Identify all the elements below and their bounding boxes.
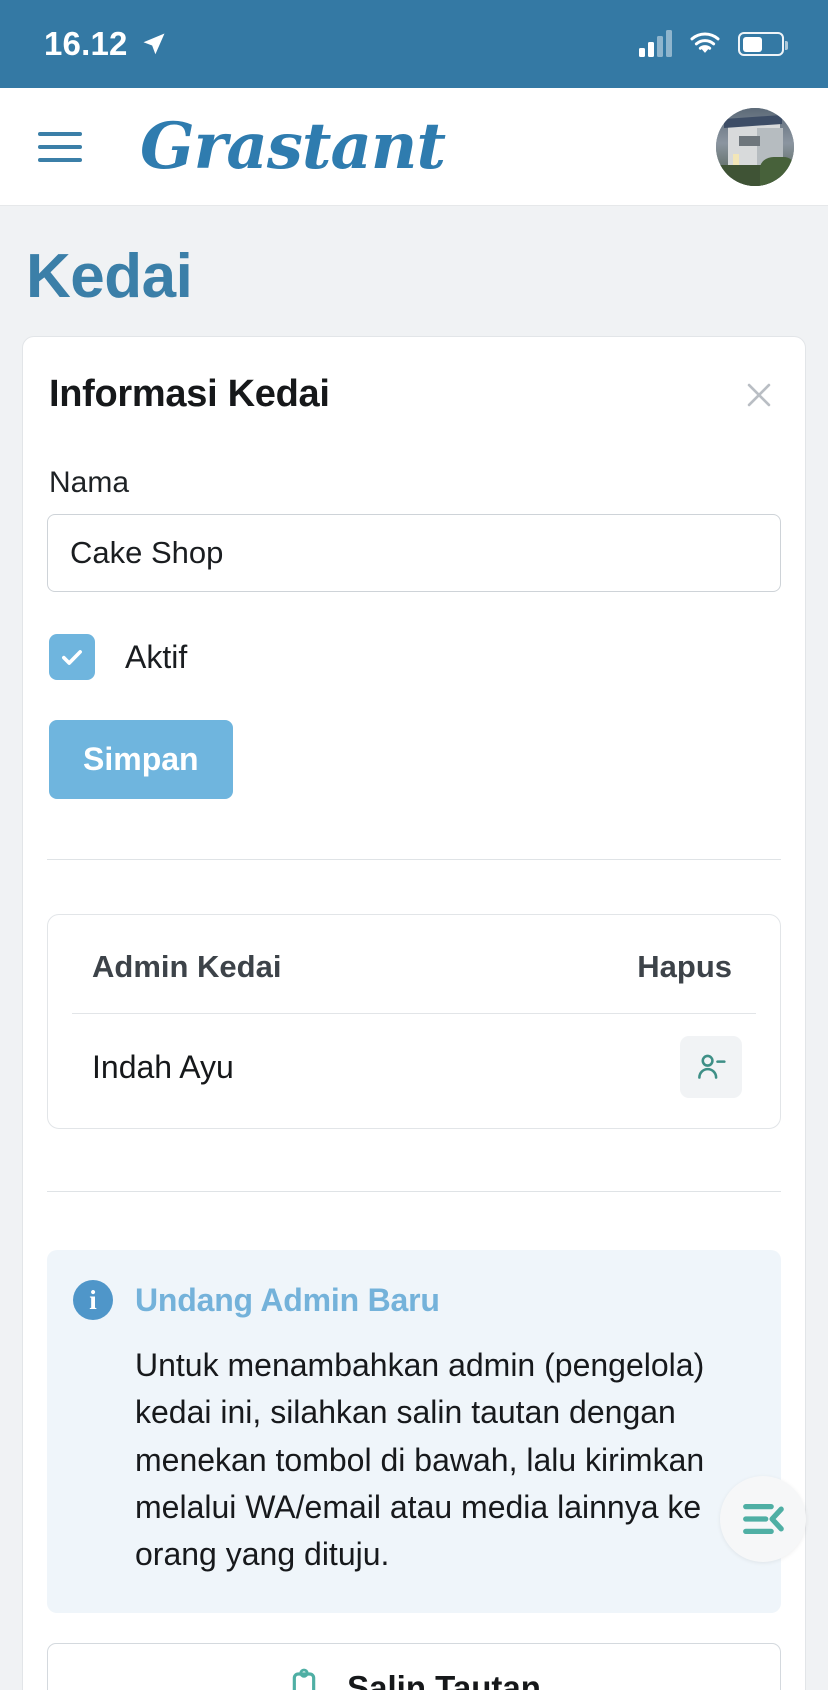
section-divider-1 (47, 859, 781, 860)
informasi-kedai-card: Informasi Kedai Nama Aktif Simpan (22, 336, 806, 1690)
page-content: Kedai Informasi Kedai Nama Aktif (0, 206, 828, 1690)
admin-name: Indah Ayu (92, 1048, 234, 1085)
location-arrow-icon (143, 33, 165, 55)
avatar[interactable] (716, 107, 794, 186)
section-divider-2 (47, 1191, 781, 1192)
save-button[interactable]: Simpan (49, 720, 233, 799)
aktif-checkbox-label: Aktif (125, 638, 188, 675)
info-box-header: i Undang Admin Baru (73, 1280, 753, 1320)
invite-admin-info-box: i Undang Admin Baru Untuk menambahkan ad… (47, 1250, 781, 1613)
remove-user-icon (698, 1054, 726, 1079)
wifi-icon (690, 32, 720, 53)
name-input[interactable] (47, 514, 781, 592)
admin-table-card: Admin Kedai Hapus Indah Ayu (47, 914, 781, 1129)
battery-icon (738, 32, 788, 56)
info-box-text: Untuk menambahkan admin (pengelola) keda… (135, 1347, 705, 1573)
column-header-admin: Admin Kedai (92, 949, 282, 984)
name-field-label: Nama (49, 466, 130, 499)
clipboard-icon (292, 1668, 316, 1690)
copy-link-button[interactable]: Salin Tautan (47, 1642, 781, 1690)
column-header-hapus: Hapus (637, 949, 732, 984)
status-bar-left: 16.12 (44, 25, 168, 63)
remove-admin-button[interactable] (680, 1036, 742, 1098)
app-header: Grastant (0, 88, 828, 206)
card-title: Informasi Kedai (49, 373, 330, 415)
check-icon (62, 650, 82, 665)
status-bar-right (639, 30, 788, 57)
status-time: 16.12 (44, 25, 128, 62)
brand-logo[interactable]: Grastant (140, 114, 446, 179)
collapse-menu-icon (743, 1504, 784, 1534)
aktif-checkbox[interactable] (49, 634, 95, 680)
aktif-checkbox-row: Aktif (49, 634, 781, 680)
card-header: Informasi Kedai (47, 373, 781, 416)
page-title: Kedai (26, 242, 193, 311)
info-box-title: Undang Admin Baru (135, 1281, 440, 1318)
admin-table-header: Admin Kedai Hapus (72, 915, 756, 1014)
app-root: 16.12 Grastant Kedai Informasi Kedai Nam… (0, 0, 828, 1690)
cellular-signal-icon (639, 30, 672, 57)
close-icon[interactable] (739, 375, 779, 415)
status-bar: 16.12 (0, 0, 828, 88)
copy-link-label: Salin Tautan (347, 1668, 541, 1690)
collapse-menu-fab[interactable] (720, 1476, 806, 1562)
hamburger-menu-icon[interactable] (38, 131, 82, 162)
table-row: Indah Ayu (72, 1014, 756, 1128)
info-circle-icon: i (73, 1280, 113, 1320)
